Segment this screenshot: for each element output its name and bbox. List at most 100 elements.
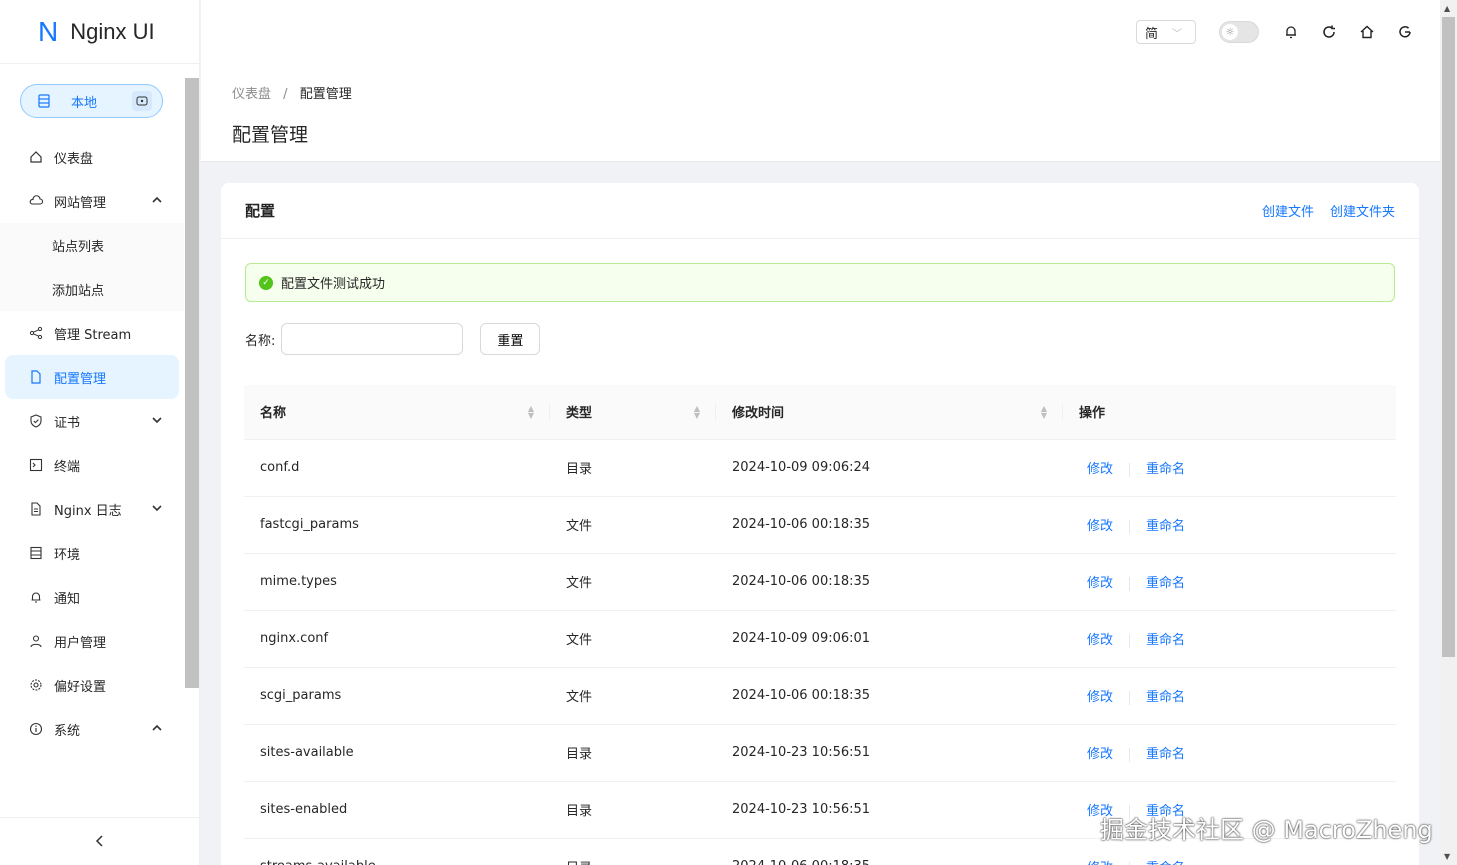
scroll-down-icon[interactable]: ▼ [1444, 852, 1450, 861]
page-header: 仪表盘 / 配置管理 配置管理 [201, 64, 1440, 162]
dashboard-icon[interactable] [132, 91, 152, 111]
bell-icon[interactable] [1281, 22, 1301, 42]
chevron-up-icon [152, 722, 162, 737]
watermark: 掘金技术社区 @ MacroZheng [1100, 816, 1433, 844]
home-icon[interactable] [1357, 22, 1377, 42]
sort-icon[interactable]: ▲ ▼ [1041, 405, 1047, 420]
environment-selector[interactable]: 本地 [20, 84, 163, 118]
column-header-actions: 操作 [1063, 385, 1396, 440]
cell-type: 文件 [550, 667, 716, 725]
language-select[interactable]: 简 ﹀ [1136, 20, 1196, 44]
cell-name: sites-available [244, 724, 550, 782]
cell-name: conf.d [244, 439, 550, 497]
rename-link[interactable]: 重命名 [1146, 633, 1185, 648]
cell-type: 文件 [550, 496, 716, 554]
theme-toggle[interactable]: ☼ [1219, 21, 1259, 43]
rename-link[interactable]: 重命名 [1146, 861, 1185, 865]
action-divider [1129, 576, 1131, 591]
app-title: Nginx UI [70, 18, 155, 44]
sort-icon[interactable]: ▲ ▼ [694, 405, 700, 420]
create-file-link[interactable]: 创建文件 [1262, 201, 1314, 220]
edit-link[interactable]: 修改 [1087, 576, 1113, 591]
config-table: 名称 ▲ ▼ 类型 ▲ ▼ 修改时间 ▲ ▼ 操作 conf.d 目录 2024-10-09 0… [244, 385, 1396, 865]
sidebar-item-sites[interactable]: 网站管理 [0, 179, 184, 223]
table-row: fastcgi_params 文件 2024-10-06 00:18:35 修改 重命名 [244, 496, 1396, 554]
sidebar-item-label: 管理 Stream [54, 327, 132, 343]
chevron-down-icon [152, 502, 162, 517]
scroll-up-icon[interactable]: ▲ [1444, 4, 1450, 13]
sidebar-scrollbar[interactable] [185, 66, 199, 766]
rename-link[interactable]: 重命名 [1146, 519, 1185, 534]
edit-link[interactable]: 修改 [1087, 747, 1113, 762]
column-header-name[interactable]: 名称 ▲ ▼ [244, 385, 550, 440]
sidebar-item-dashboard[interactable]: 仪表盘 [0, 135, 184, 179]
cell-actions: 修改 重命名 [1063, 724, 1396, 782]
language-value: 简 [1145, 26, 1159, 42]
cell-modified: 2024-10-06 00:18:35 [716, 553, 1063, 611]
column-header-modified[interactable]: 修改时间 ▲ ▼ [716, 385, 1063, 440]
edit-link[interactable]: 修改 [1087, 462, 1113, 477]
rename-link[interactable]: 重命名 [1146, 747, 1185, 762]
edit-link[interactable]: 修改 [1087, 690, 1113, 705]
cloud-icon [28, 193, 44, 209]
sidebar-item-terminal[interactable]: 终端 [0, 443, 184, 487]
column-header-type[interactable]: 类型 ▲ ▼ [550, 385, 716, 440]
logout-icon[interactable] [1395, 22, 1415, 42]
main-scrollbar[interactable]: ▲ ▼ [1440, 0, 1457, 865]
sidebar-item-add-site[interactable]: 添加站点 [0, 267, 184, 311]
name-label: 名称: [245, 333, 276, 349]
info-icon [28, 721, 44, 737]
breadcrumb-separator: / [283, 87, 288, 102]
edit-link[interactable]: 修改 [1087, 519, 1113, 534]
sidebar-item-stream[interactable]: 管理 Stream [0, 311, 184, 355]
cell-type: 文件 [550, 610, 716, 668]
create-folder-link[interactable]: 创建文件夹 [1330, 201, 1395, 220]
edit-link[interactable]: 修改 [1087, 861, 1113, 865]
breadcrumb-home[interactable]: 仪表盘 [232, 87, 271, 102]
sidebar-item-environment[interactable]: 环境 [0, 531, 184, 575]
sidebar-item-users[interactable]: 用户管理 [0, 619, 184, 663]
log-icon [28, 501, 44, 517]
sidebar-item-system[interactable]: 系统 [0, 707, 184, 751]
sidebar-item-nginx-logs[interactable]: Nginx 日志 [0, 487, 184, 531]
column-label: 名称 [260, 406, 287, 422]
sidebar-item-config[interactable]: 配置管理 [5, 355, 179, 399]
cell-modified: 2024-10-06 00:18:35 [716, 667, 1063, 725]
collapse-sidebar-button[interactable] [0, 817, 200, 865]
shield-icon [28, 413, 44, 429]
main-scrollbar-thumb[interactable] [1442, 17, 1455, 657]
table-row: mime.types 文件 2024-10-06 00:18:35 修改 重命名 [244, 553, 1396, 611]
app-logo[interactable]: N Nginx UI [0, 0, 199, 64]
gear-icon [28, 677, 44, 693]
column-label: 操作 [1079, 406, 1106, 422]
rename-link[interactable]: 重命名 [1146, 462, 1185, 477]
table-row: sites-available 目录 2024-10-23 10:56:51 修改 重命… [244, 724, 1396, 782]
table-header-row: 名称 ▲ ▼ 类型 ▲ ▼ 修改时间 ▲ ▼ 操作 [244, 385, 1396, 440]
edit-link[interactable]: 修改 [1087, 633, 1113, 648]
sidebar-item-label: 通知 [54, 591, 81, 607]
cell-actions: 修改 重命名 [1063, 553, 1396, 611]
sort-icon[interactable]: ▲ ▼ [528, 405, 534, 420]
rename-link[interactable]: 重命名 [1146, 576, 1185, 591]
sidebar-item-site-list[interactable]: 站点列表 [0, 223, 184, 267]
terminal-icon [28, 457, 44, 473]
top-header: 简 ﹀ ☼ [201, 0, 1440, 64]
sidebar-item-certificates[interactable]: 证书 [0, 399, 184, 443]
sidebar-item-label: 系统 [54, 723, 81, 739]
card-header: 配置 创建文件 创建文件夹 [221, 183, 1419, 239]
cell-actions: 修改 重命名 [1063, 496, 1396, 554]
sidebar-item-preferences[interactable]: 偏好设置 [0, 663, 184, 707]
reset-button[interactable]: 重置 [480, 323, 541, 355]
reload-icon[interactable] [1319, 22, 1339, 42]
sun-icon: ☼ [1222, 24, 1238, 40]
sidebar-item-label: 用户管理 [54, 635, 107, 651]
breadcrumb: 仪表盘 / 配置管理 [232, 83, 352, 102]
name-search-input[interactable] [281, 323, 464, 355]
sidebar-item-notifications[interactable]: 通知 [0, 575, 184, 619]
rename-link[interactable]: 重命名 [1146, 690, 1185, 705]
column-label: 修改时间 [732, 406, 785, 422]
sidebar-scrollbar-thumb[interactable] [185, 78, 199, 688]
sidebar-item-label: 仪表盘 [54, 151, 94, 167]
sidebar-item-label: 终端 [54, 459, 81, 475]
cell-modified: 2024-10-06 00:18:35 [716, 496, 1063, 554]
